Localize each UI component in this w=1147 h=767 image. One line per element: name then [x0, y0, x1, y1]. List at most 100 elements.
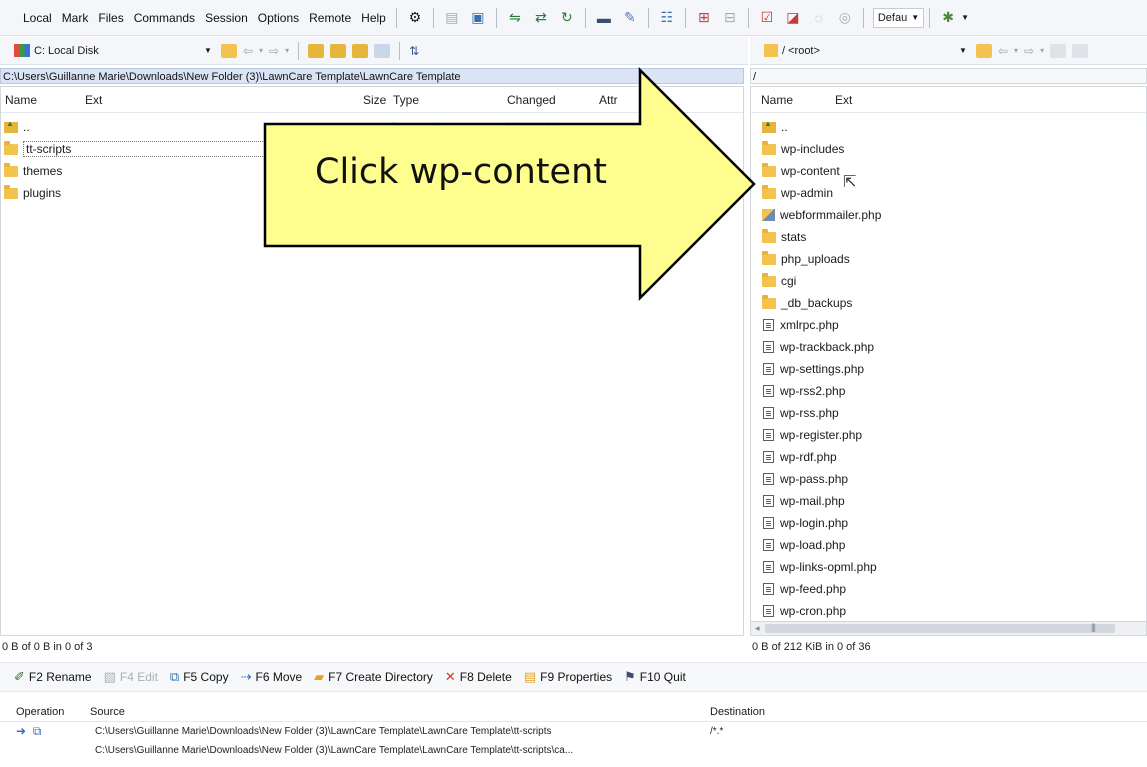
- column-ext[interactable]: Ext: [831, 93, 1031, 107]
- forward-arrow-icon[interactable]: ⇨: [269, 44, 279, 58]
- restore-selection-icon[interactable]: ◎: [835, 8, 855, 28]
- preferences-gear-icon[interactable]: ⚙: [405, 8, 425, 28]
- unselect-files-minus-icon[interactable]: ⊟: [720, 8, 740, 28]
- refresh-directory-icon[interactable]: [374, 43, 391, 58]
- synchronize-icon[interactable]: ⇄: [531, 8, 551, 28]
- compare-directories-icon[interactable]: ⇋: [505, 8, 525, 28]
- tools-icon[interactable]: ✎: [620, 8, 640, 28]
- column-changed[interactable]: Changed: [503, 93, 595, 107]
- table-row[interactable]: ..: [751, 116, 1146, 138]
- open-folder-icon[interactable]: [220, 43, 237, 58]
- table-row[interactable]: wp-login.php: [751, 512, 1146, 534]
- table-row[interactable]: wp-feed.php: [751, 578, 1146, 600]
- column-size[interactable]: Size: [359, 93, 389, 107]
- create-directory-button[interactable]: ▰ F7 Create Directory: [314, 669, 433, 685]
- parent-directory-icon[interactable]: [1050, 43, 1067, 58]
- table-row[interactable]: webformmailer.php: [751, 204, 1146, 226]
- chevron-down-icon[interactable]: ▾: [1014, 46, 1018, 55]
- parent-directory-icon[interactable]: [308, 43, 325, 58]
- refresh-icon[interactable]: ↻: [557, 8, 577, 28]
- filter-icon[interactable]: ⇅: [409, 44, 419, 58]
- table-row[interactable]: wp-links-opml.php: [751, 556, 1146, 578]
- local-drive-selector[interactable]: C: Local Disk: [14, 41, 204, 61]
- table-row[interactable]: wp-register.php: [751, 424, 1146, 446]
- console-icon[interactable]: ▤: [442, 8, 462, 28]
- table-row[interactable]: wp-rss.php: [751, 402, 1146, 424]
- column-operation[interactable]: Operation: [0, 706, 90, 718]
- chevron-down-icon[interactable]: ▾: [1040, 46, 1044, 55]
- queue-icon[interactable]: ☷: [657, 8, 677, 28]
- table-row[interactable]: php_uploads: [751, 248, 1146, 270]
- scrollbar-thumb[interactable]: [765, 624, 1115, 633]
- copy-button[interactable]: ⧉ F5 Copy: [170, 669, 229, 685]
- table-row[interactable]: wp-mail.php: [751, 490, 1146, 512]
- remote-path-bar[interactable]: /: [750, 68, 1147, 84]
- move-button[interactable]: ⇢ F6 Move: [241, 669, 303, 685]
- terminal-icon[interactable]: ▬: [594, 8, 614, 28]
- menu-commands[interactable]: Commands: [129, 11, 200, 25]
- horizontal-scrollbar[interactable]: ◂ |||: [751, 621, 1146, 635]
- column-attr[interactable]: Attr: [595, 93, 635, 107]
- menu-help[interactable]: Help: [356, 11, 391, 25]
- table-row[interactable]: _db_backups: [751, 292, 1146, 314]
- back-arrow-icon[interactable]: ⇦: [998, 44, 1008, 58]
- select-all-icon[interactable]: ☑: [757, 8, 777, 28]
- chevron-down-icon[interactable]: ▼: [204, 46, 212, 55]
- column-ext[interactable]: Ext: [81, 93, 359, 107]
- session-icon[interactable]: ▣: [468, 8, 488, 28]
- table-row[interactable]: cgi: [751, 270, 1146, 292]
- chevron-down-icon[interactable]: ▼: [959, 46, 967, 55]
- mouse-cursor-icon: ⇱: [843, 174, 857, 191]
- quit-button[interactable]: ⚑ F10 Quit: [624, 669, 686, 685]
- delete-button[interactable]: ✕ F8 Delete: [445, 669, 512, 685]
- select-files-plus-icon[interactable]: ⊞: [694, 8, 714, 28]
- open-folder-icon[interactable]: [975, 43, 992, 58]
- table-row[interactable]: wp-rss2.php: [751, 380, 1146, 402]
- column-destination[interactable]: Destination: [695, 706, 765, 718]
- queue-row[interactable]: ➜ ⧉ C:\Users\Guillanne Marie\Downloads\N…: [0, 722, 1147, 741]
- menu-options[interactable]: Options: [253, 11, 304, 25]
- table-row[interactable]: wp-trackback.php: [751, 336, 1146, 358]
- menu-remote[interactable]: Remote: [304, 11, 356, 25]
- chevron-down-icon[interactable]: ▼: [961, 13, 969, 22]
- table-row[interactable]: wp-content: [751, 160, 1146, 182]
- transfer-settings-dropdown[interactable]: Defau ▼: [872, 7, 925, 28]
- menu-mark[interactable]: Mark: [57, 11, 94, 25]
- home-directory-icon[interactable]: [352, 43, 369, 58]
- column-name[interactable]: Name: [1, 93, 81, 107]
- table-row[interactable]: xmlrpc.php: [751, 314, 1146, 336]
- table-row[interactable]: .. Parent directory 8/26/2009 ...: [1, 116, 743, 138]
- table-row[interactable]: wp-load.php: [751, 534, 1146, 556]
- file-name: webformmailer.php: [780, 208, 882, 222]
- chevron-down-icon[interactable]: ▾: [285, 46, 289, 55]
- column-name[interactable]: Name: [751, 93, 831, 107]
- table-row[interactable]: wp-admin: [751, 182, 1146, 204]
- table-row[interactable]: wp-includes: [751, 138, 1146, 160]
- table-row[interactable]: stats: [751, 226, 1146, 248]
- root-directory-icon[interactable]: [330, 43, 347, 58]
- column-source[interactable]: Source: [90, 706, 695, 718]
- table-row[interactable]: wp-rdf.php: [751, 446, 1146, 468]
- forward-arrow-icon[interactable]: ⇨: [1024, 44, 1034, 58]
- queue-row[interactable]: C:\Users\Guillanne Marie\Downloads\New F…: [0, 741, 1147, 760]
- table-row[interactable]: wp-cron.php: [751, 600, 1146, 622]
- transfer-options-icon[interactable]: ✱: [938, 8, 958, 28]
- local-path-bar[interactable]: C:\Users\Guillanne Marie\Downloads\New F…: [0, 68, 744, 84]
- back-arrow-icon[interactable]: ⇦: [243, 44, 253, 58]
- edit-button[interactable]: ▧ F4 Edit: [104, 669, 158, 685]
- properties-button[interactable]: ▤ F9 Properties: [524, 669, 612, 685]
- invert-selection-icon[interactable]: ◪: [783, 8, 803, 28]
- menu-local[interactable]: Local: [18, 11, 57, 25]
- queue-source: C:\Users\Guillanne Marie\Downloads\New F…: [95, 726, 552, 737]
- remote-drive-selector[interactable]: / <root>: [764, 41, 959, 61]
- menu-files[interactable]: Files: [93, 11, 128, 25]
- table-row[interactable]: wp-pass.php: [751, 468, 1146, 490]
- root-directory-icon[interactable]: [1072, 43, 1089, 58]
- scroll-left-arrow-icon[interactable]: ◂: [755, 623, 760, 634]
- table-row[interactable]: wp-settings.php: [751, 358, 1146, 380]
- menu-session[interactable]: Session: [200, 11, 253, 25]
- chevron-down-icon[interactable]: ▾: [259, 46, 263, 55]
- column-type[interactable]: Type: [389, 93, 503, 107]
- clear-selection-icon[interactable]: ◌: [809, 8, 829, 28]
- rename-button[interactable]: ✐ F2 Rename: [14, 669, 92, 685]
